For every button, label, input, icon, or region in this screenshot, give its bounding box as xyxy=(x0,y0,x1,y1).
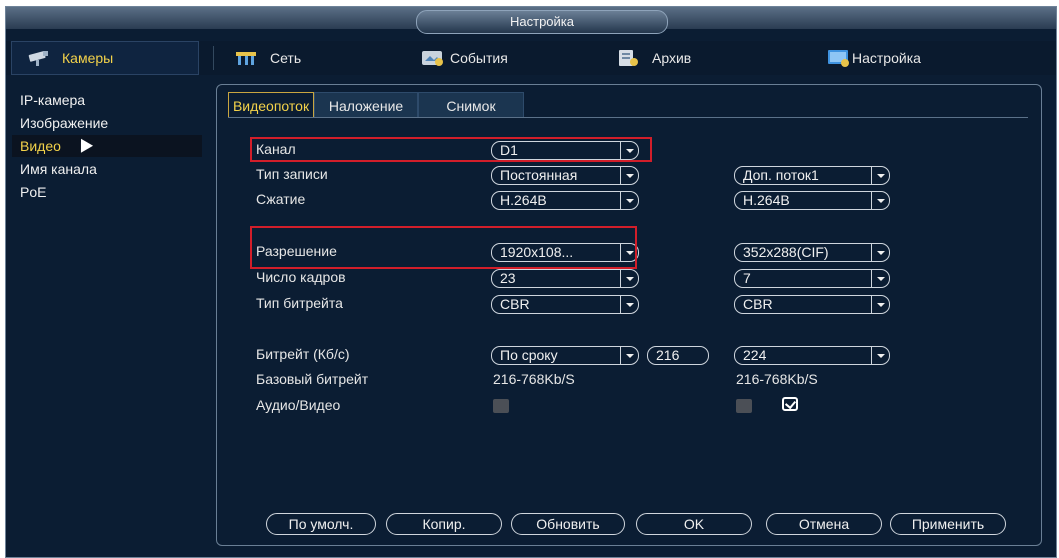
compression-main-value: H.264B xyxy=(500,192,547,208)
nav-cameras[interactable]: Камеры xyxy=(11,41,199,75)
sidebar-item-ip-camera[interactable]: IP-камера xyxy=(12,89,202,111)
bitrate-mode-select[interactable]: По сроку xyxy=(491,346,639,365)
bitrate-main-input[interactable]: 216 xyxy=(647,346,709,365)
record-type-value: Постоянная xyxy=(500,167,578,183)
compression-sub-select[interactable]: H.264B xyxy=(734,191,890,210)
chevron-down-icon xyxy=(620,167,638,184)
nav-events-label: События xyxy=(450,50,508,66)
audio-video-sub-checkbox[interactable] xyxy=(736,399,752,413)
tab-divider xyxy=(228,117,1028,118)
nav-settings-label: Настройка xyxy=(852,50,921,66)
chevron-down-icon xyxy=(871,192,889,209)
sidebar-item-image[interactable]: Изображение xyxy=(12,112,202,134)
channel-highlight xyxy=(250,137,652,162)
nav-network[interactable]: Сеть xyxy=(234,41,301,75)
events-icon xyxy=(420,49,446,67)
settings-icon xyxy=(826,49,852,67)
audio-video-sub-checkbox-checked[interactable] xyxy=(782,397,798,411)
chevron-down-icon xyxy=(620,192,638,209)
audio-video-main-checkbox[interactable] xyxy=(493,399,509,413)
bitrate-type-label: Тип битрейта xyxy=(256,295,343,311)
record-type-label: Тип записи xyxy=(256,166,328,182)
camera-icon xyxy=(26,49,52,67)
nav-archive-label: Архив xyxy=(652,50,692,66)
chevron-down-icon xyxy=(871,347,889,364)
record-type-select[interactable]: Постоянная xyxy=(491,166,639,185)
nav-cameras-label: Камеры xyxy=(62,50,114,66)
nav-network-label: Сеть xyxy=(270,50,302,66)
chevron-down-icon xyxy=(620,296,638,313)
chevron-down-icon xyxy=(871,296,889,313)
chevron-down-icon xyxy=(871,270,889,287)
compression-label: Сжатие xyxy=(256,191,306,207)
compression-main-select[interactable]: H.264B xyxy=(491,191,639,210)
sidebar-item-video-label: Видео xyxy=(20,138,61,154)
refresh-button[interactable]: Обновить xyxy=(511,513,625,535)
base-bitrate-label: Базовый битрейт xyxy=(256,371,369,387)
copy-button[interactable]: Копир. xyxy=(386,513,502,535)
nav-archive[interactable]: Архив xyxy=(616,41,691,75)
bitrate-type-sub-value: CBR xyxy=(743,296,773,312)
compression-sub-value: H.264B xyxy=(743,192,790,208)
mouse-cursor-icon xyxy=(74,135,94,153)
chevron-down-icon xyxy=(620,347,638,364)
framerate-sub-select[interactable]: 7 xyxy=(734,269,890,288)
sidebar-item-poe[interactable]: PoE xyxy=(12,181,202,203)
chevron-down-icon xyxy=(620,270,638,287)
framerate-sub-value: 7 xyxy=(743,270,751,286)
ok-button[interactable]: OK xyxy=(636,513,752,535)
tab-video-stream[interactable]: Видеопоток xyxy=(228,92,314,118)
sidebar-item-channel-name[interactable]: Имя канала xyxy=(12,158,202,180)
sidebar: IP-камера Изображение Видео Имя канала P… xyxy=(12,81,202,551)
nav-settings[interactable]: Настройка xyxy=(826,41,921,75)
sub-stream-select[interactable]: Доп. поток1 xyxy=(734,166,890,185)
audio-video-label: Аудио/Видео xyxy=(256,397,341,413)
framerate-label: Число кадров xyxy=(256,269,346,285)
framerate-main-value: 23 xyxy=(500,270,516,286)
chevron-down-icon xyxy=(871,244,889,261)
archive-icon xyxy=(616,49,642,67)
bitrate-mode-value: По сроку xyxy=(500,347,558,363)
tab-overlay[interactable]: Наложение xyxy=(314,92,418,118)
cancel-button[interactable]: Отмена xyxy=(766,513,882,535)
bitrate-type-sub-select[interactable]: CBR xyxy=(734,295,890,314)
network-icon xyxy=(234,49,260,67)
resolution-sub-value: 352x288(CIF) xyxy=(743,244,829,260)
base-bitrate-sub-value: 216-768Kb/S xyxy=(736,371,818,387)
bitrate-type-main-select[interactable]: CBR xyxy=(491,295,639,314)
sidebar-item-video[interactable]: Видео xyxy=(12,135,202,157)
resolution-highlight xyxy=(250,226,637,269)
bitrate-sub-value: 224 xyxy=(743,347,767,363)
tab-snapshot[interactable]: Снимок xyxy=(418,92,524,118)
top-navigation: Камеры Сеть События Архив Настройка xyxy=(6,41,1056,75)
nav-separator xyxy=(213,46,214,70)
sub-stream-value: Доп. поток1 xyxy=(743,167,819,183)
bitrate-sub-select[interactable]: 224 xyxy=(734,346,890,365)
bitrate-type-main-value: CBR xyxy=(500,296,530,312)
chevron-down-icon xyxy=(871,167,889,184)
nav-events[interactable]: События xyxy=(420,41,508,75)
default-button[interactable]: По умолч. xyxy=(266,513,376,535)
framerate-main-select[interactable]: 23 xyxy=(491,269,639,288)
base-bitrate-main-value: 216-768Kb/S xyxy=(493,371,575,387)
apply-button[interactable]: Применить xyxy=(890,513,1006,535)
bitrate-label: Битрейт (Кб/с) xyxy=(256,346,350,362)
resolution-sub-select[interactable]: 352x288(CIF) xyxy=(734,243,890,262)
window-title: Настройка xyxy=(416,10,668,34)
